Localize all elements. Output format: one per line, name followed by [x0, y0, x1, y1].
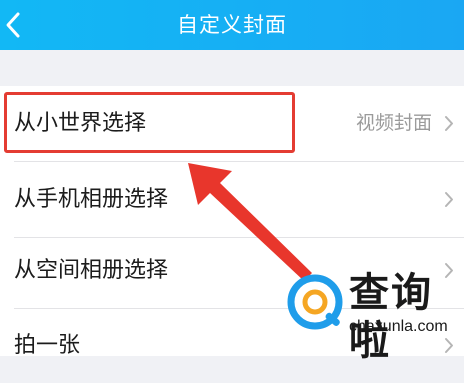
watermark-url: chaxunla.com [349, 318, 448, 335]
magnifier-q-icon [287, 274, 343, 330]
highlight-box [4, 92, 295, 153]
list-item-label: 从空间相册选择 [14, 258, 169, 283]
title-bar: 自定义封面 [0, 0, 464, 50]
list-item-value: 视频封面 [355, 112, 432, 134]
list-item-label: 拍一张 [14, 333, 81, 358]
chevron-right-icon [445, 192, 453, 207]
list-item-label: 从手机相册选择 [14, 187, 169, 212]
chevron-right-icon [445, 116, 453, 131]
page-title: 自定义封面 [177, 13, 287, 37]
watermark: 查询啦 chaxunla.com [285, 265, 464, 364]
